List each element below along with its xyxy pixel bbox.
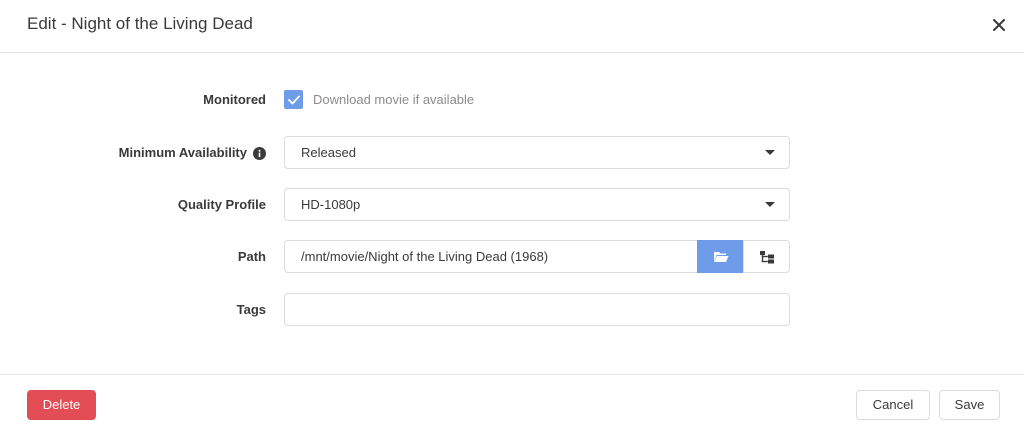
caret-down-icon [765, 202, 775, 207]
minimum-availability-select[interactable]: Released [284, 136, 790, 169]
quality-profile-label: Quality Profile [177, 197, 266, 212]
cancel-button[interactable]: Cancel [856, 390, 930, 420]
browse-folder-button[interactable] [697, 240, 744, 273]
monitored-checkbox-label[interactable]: Download movie if available [313, 92, 474, 108]
modal-header: Edit - Night of the Living Dead [0, 0, 1024, 53]
folder-open-icon [713, 251, 728, 262]
minimum-availability-label: Minimum Availability [26, 145, 266, 161]
monitored-checkbox[interactable] [284, 90, 303, 109]
quality-profile-select[interactable]: HD-1080p [284, 188, 790, 221]
modal-title: Edit - Night of the Living Dead [27, 14, 253, 33]
close-button[interactable] [988, 14, 1010, 36]
info-icon[interactable] [253, 146, 266, 160]
tags-input[interactable] [284, 293, 790, 326]
file-tree-button[interactable] [743, 240, 790, 273]
file-tree-icon [759, 250, 774, 263]
path-label: Path [237, 249, 266, 264]
close-icon [993, 19, 1005, 31]
path-input[interactable]: /mnt/movie/Night of the Living Dead (196… [284, 240, 698, 273]
save-button[interactable]: Save [939, 390, 1000, 420]
monitored-label: Monitored [203, 92, 266, 107]
checkmark-icon [287, 95, 300, 104]
tags-label: Tags [236, 302, 266, 317]
edit-movie-modal: Edit - Night of the Living Dead Monitore… [0, 0, 1024, 429]
caret-down-icon [765, 150, 775, 155]
delete-button[interactable]: Delete [27, 390, 96, 420]
modal-footer: Delete Cancel Save [0, 374, 1024, 429]
